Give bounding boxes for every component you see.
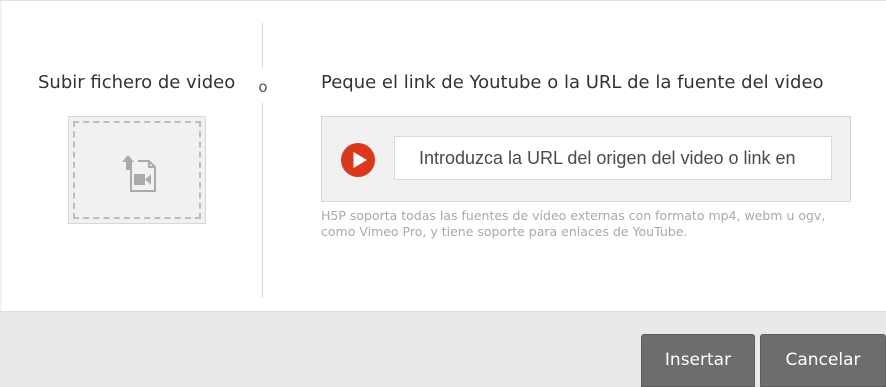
url-input-panel <box>321 116 851 202</box>
upload-section-title: Subir fichero de video <box>38 72 236 93</box>
url-section-title: Peque el link de Youtube o la URL de la … <box>321 72 824 93</box>
video-url-input[interactable] <box>394 136 832 180</box>
video-upload-dropzone[interactable] <box>68 116 206 224</box>
vertical-divider-top <box>262 23 263 68</box>
insert-button[interactable]: Insertar <box>641 334 755 387</box>
dialog-footer: Insertar Cancelar <box>0 311 886 387</box>
video-source-dialog: Subir fichero de video o Peque el link d… <box>0 0 886 387</box>
or-separator-label: o <box>258 78 268 96</box>
vertical-divider-bottom <box>262 103 263 298</box>
play-icon <box>341 143 375 177</box>
upload-dashed-area[interactable] <box>73 121 201 219</box>
video-file-upload-icon <box>122 155 156 192</box>
supported-formats-help-text: H5P soporta todas las fuentes de vídeo e… <box>321 208 826 239</box>
left-edge-border <box>0 1 2 311</box>
cancel-button[interactable]: Cancelar <box>760 334 886 387</box>
